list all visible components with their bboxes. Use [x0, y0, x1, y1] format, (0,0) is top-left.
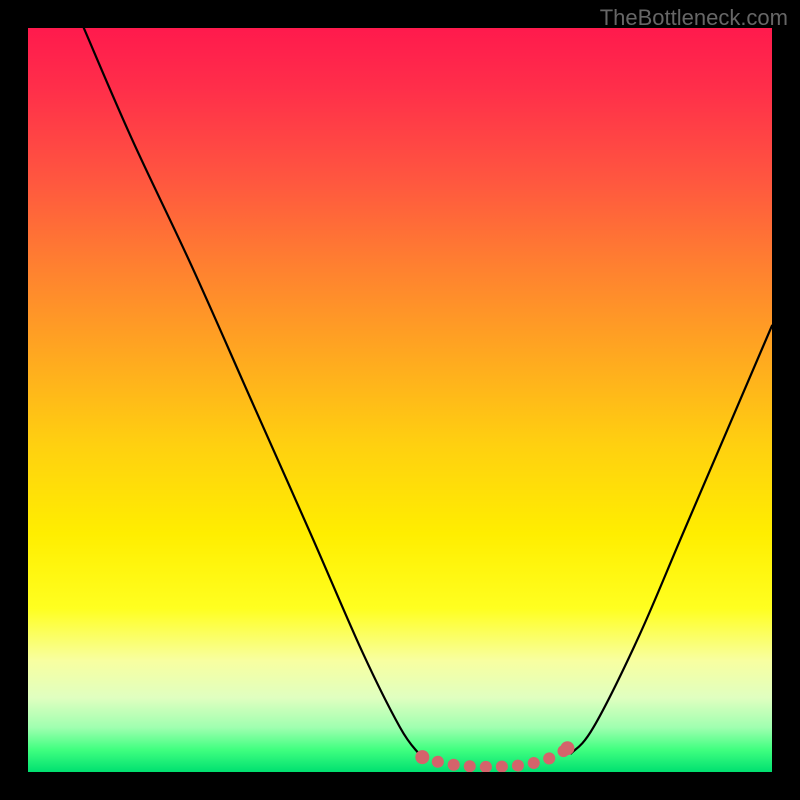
- curve-svg-layer: [28, 28, 772, 772]
- watermark-text: TheBottleneck.com: [600, 5, 788, 31]
- chart-area: [28, 28, 772, 772]
- left-curve: [84, 28, 419, 753]
- bottom-dots-endpoint: [415, 750, 429, 764]
- curve-group: [84, 28, 772, 767]
- right-curve: [571, 326, 772, 754]
- bottom-dots: [422, 748, 567, 767]
- bottom-dots-endpoint: [560, 741, 574, 755]
